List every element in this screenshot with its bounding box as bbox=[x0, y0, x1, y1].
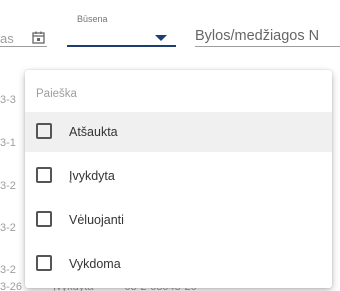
filter-bar: as Būsena Bylos/medžiagos N bbox=[0, 0, 340, 60]
table-cell: 3-2 bbox=[0, 180, 16, 192]
option-ivykdyta[interactable]: Įvykdyta bbox=[25, 156, 332, 196]
option-vykdoma[interactable]: Vykdoma bbox=[25, 244, 332, 284]
date-field-underline bbox=[0, 46, 47, 47]
checkbox-icon[interactable] bbox=[36, 255, 52, 271]
table-cell: 3-1 bbox=[0, 137, 16, 149]
status-dropdown-menu: Paieška Atšaukta Įvykdyta Vėluojanti Vyk… bbox=[25, 70, 332, 288]
option-label: Vykdoma bbox=[69, 257, 121, 271]
dropdown-arrow-icon[interactable] bbox=[155, 35, 167, 41]
dropdown-search-input[interactable]: Paieška bbox=[36, 88, 77, 100]
status-select-label: Būsena bbox=[77, 14, 108, 24]
table-cell: 3-2 bbox=[0, 264, 16, 276]
date-field-value[interactable]: as bbox=[0, 31, 14, 46]
option-atsaukta[interactable]: Atšaukta bbox=[25, 112, 332, 152]
option-label: Vėluojanti bbox=[69, 213, 124, 227]
table-cell: 3-3 bbox=[0, 94, 16, 106]
checkbox-icon[interactable] bbox=[36, 211, 52, 227]
checkbox-icon[interactable] bbox=[36, 123, 52, 139]
table-cell: 3-2 bbox=[0, 222, 16, 234]
table-cell: 3-26 bbox=[0, 281, 23, 291]
option-veluojanti[interactable]: Vėluojanti bbox=[25, 200, 332, 240]
case-number-underline bbox=[195, 46, 340, 47]
case-number-input[interactable]: Bylos/medžiagos N bbox=[195, 28, 319, 44]
status-select[interactable]: Būsena bbox=[67, 8, 176, 47]
option-label: Atšaukta bbox=[69, 125, 118, 139]
calendar-icon[interactable] bbox=[32, 31, 45, 44]
checkbox-icon[interactable] bbox=[36, 167, 52, 183]
option-label: Įvykdyta bbox=[69, 169, 115, 183]
status-select-underline bbox=[67, 45, 176, 47]
